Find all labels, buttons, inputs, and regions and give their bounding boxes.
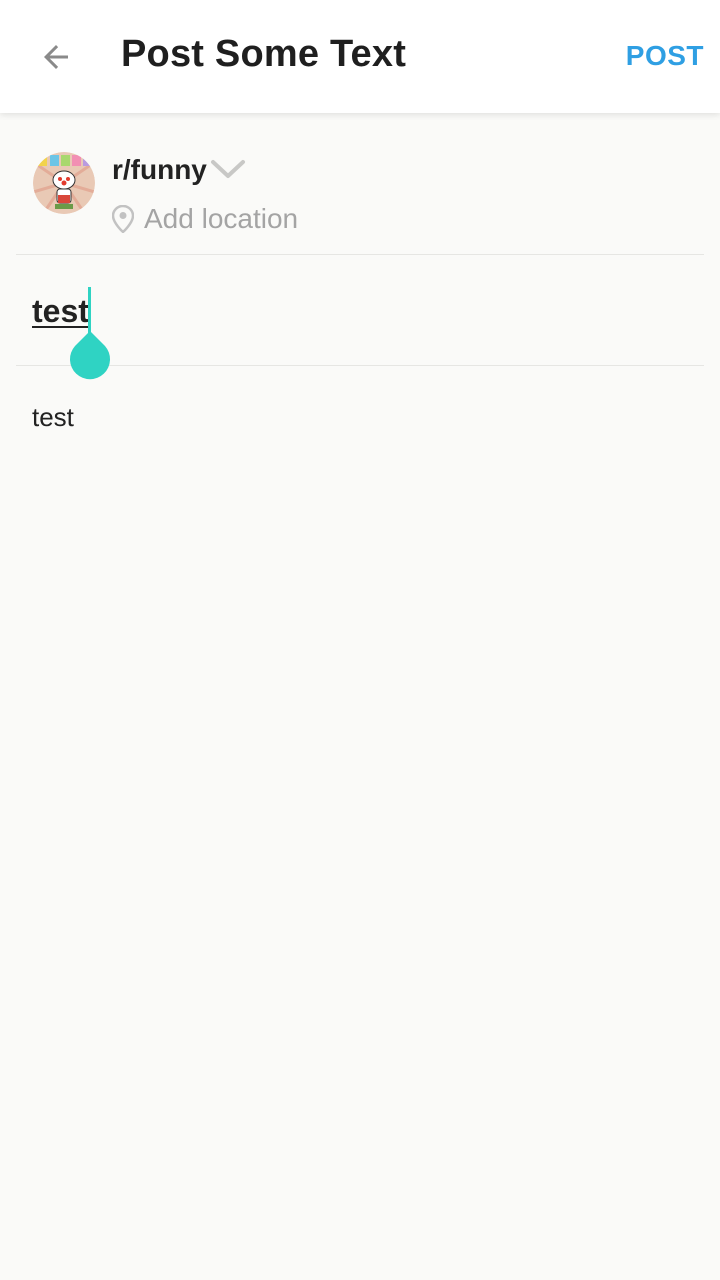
post-body-input[interactable]: test	[32, 402, 74, 433]
subreddit-selector-row: r/funny Add location	[16, 113, 704, 255]
text-cursor-handle[interactable]	[69, 331, 111, 383]
page-title: Post Some Text	[121, 33, 407, 75]
add-location-button[interactable]: Add location	[112, 203, 298, 235]
post-title-field[interactable]: test	[16, 255, 704, 380]
top-app-bar: Post Some Text POST	[0, 0, 720, 113]
post-button[interactable]: POST	[626, 40, 704, 72]
subreddit-avatar-image	[33, 152, 95, 214]
arrow-left-icon	[44, 45, 68, 69]
subreddit-name[interactable]: r/funny	[112, 154, 207, 186]
back-button[interactable]	[26, 27, 86, 87]
subreddit-avatar[interactable]	[33, 152, 95, 214]
add-location-label: Add location	[144, 203, 299, 234]
post-text-screen: Post Some Text POST r/funny Add location…	[0, 0, 720, 1280]
chevron-down-icon[interactable]	[210, 157, 246, 183]
post-title-input[interactable]: test	[32, 293, 89, 330]
location-pin-icon	[112, 205, 134, 233]
